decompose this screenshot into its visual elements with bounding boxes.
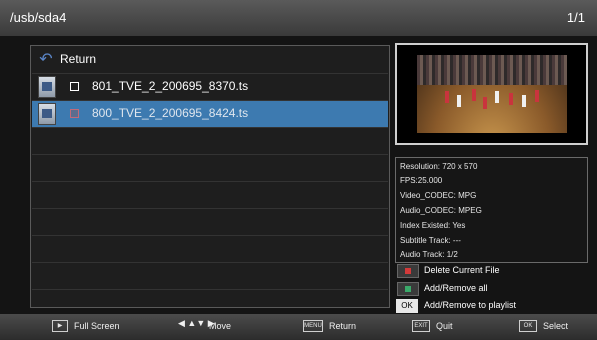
empty-row: [32, 155, 388, 182]
resolution-info: Resolution: 720 x 570: [400, 162, 478, 171]
title-bar: /usb/sda4 1/1: [0, 0, 597, 36]
bottom-hint-bar: ▶ Full Screen ◀ ▲▼ ▶ Move MENU Return EX…: [0, 314, 597, 340]
subtitle-info: Subtitle Track: ---: [400, 236, 461, 245]
quit-hint: Quit: [436, 321, 453, 331]
file-icon: [38, 76, 56, 98]
checkbox[interactable]: [70, 82, 79, 91]
fullscreen-hint: Full Screen: [74, 321, 120, 331]
file-row-2[interactable]: 800_TVE_2_200695_8424.ts: [32, 101, 388, 128]
select-hint: Select: [543, 321, 569, 331]
page-indicator: 1/1: [566, 10, 585, 25]
file-row-1[interactable]: 801_TVE_2_200695_8370.ts: [32, 74, 388, 101]
audio-codec-info: Audio_CODEC: MPEG: [400, 206, 482, 215]
ok-key: OK: [519, 320, 537, 332]
empty-row: [32, 236, 388, 263]
green-key: [397, 282, 419, 296]
preview-image: [417, 55, 567, 133]
path-label: /usb/sda4: [10, 10, 67, 25]
audio-track-info: Audio Track: 1/2: [400, 250, 458, 259]
file-name: 800_TVE_2_200695_8424.ts: [92, 106, 249, 120]
legend-add-all-label: Add/Remove all: [424, 283, 488, 293]
fps-info: FPS:25.000: [400, 176, 443, 185]
video-codec-info: Video_CODEC: MPG: [400, 191, 477, 200]
empty-row: [32, 209, 388, 236]
return-row[interactable]: ↶ Return: [32, 47, 388, 74]
file-info-panel: Resolution: 720 x 570 FPS:25.000 Video_C…: [395, 157, 588, 263]
exit-key: EXIT: [412, 320, 430, 332]
red-key: [397, 264, 419, 278]
index-info: Index Existed: Yes: [400, 221, 466, 230]
file-name: 801_TVE_2_200695_8370.ts: [92, 79, 249, 93]
legend-add-all: Add/Remove all: [395, 282, 595, 296]
checkbox[interactable]: [70, 109, 79, 118]
empty-row: [32, 263, 388, 290]
return-label: Return: [60, 52, 97, 66]
legend-playlist: OK Add/Remove to playlist: [395, 299, 595, 313]
video-preview: [395, 43, 588, 145]
empty-row: [32, 182, 388, 209]
move-hint: Move: [209, 321, 232, 331]
legend-delete-label: Delete Current File: [424, 265, 500, 275]
file-icon: [38, 103, 56, 125]
ok-key: OK: [396, 299, 418, 313]
play-icon: ▶: [52, 320, 68, 332]
legend-playlist-label: Add/Remove to playlist: [424, 300, 517, 310]
legend-delete: Delete Current File: [395, 264, 595, 278]
return-icon: ↶: [39, 51, 53, 68]
return-hint: Return: [329, 321, 357, 331]
empty-row: [32, 128, 388, 155]
menu-key: MENU: [303, 320, 323, 332]
file-list: ↶ Return 801_TVE_2_200695_8370.ts 800_TV…: [30, 45, 390, 308]
